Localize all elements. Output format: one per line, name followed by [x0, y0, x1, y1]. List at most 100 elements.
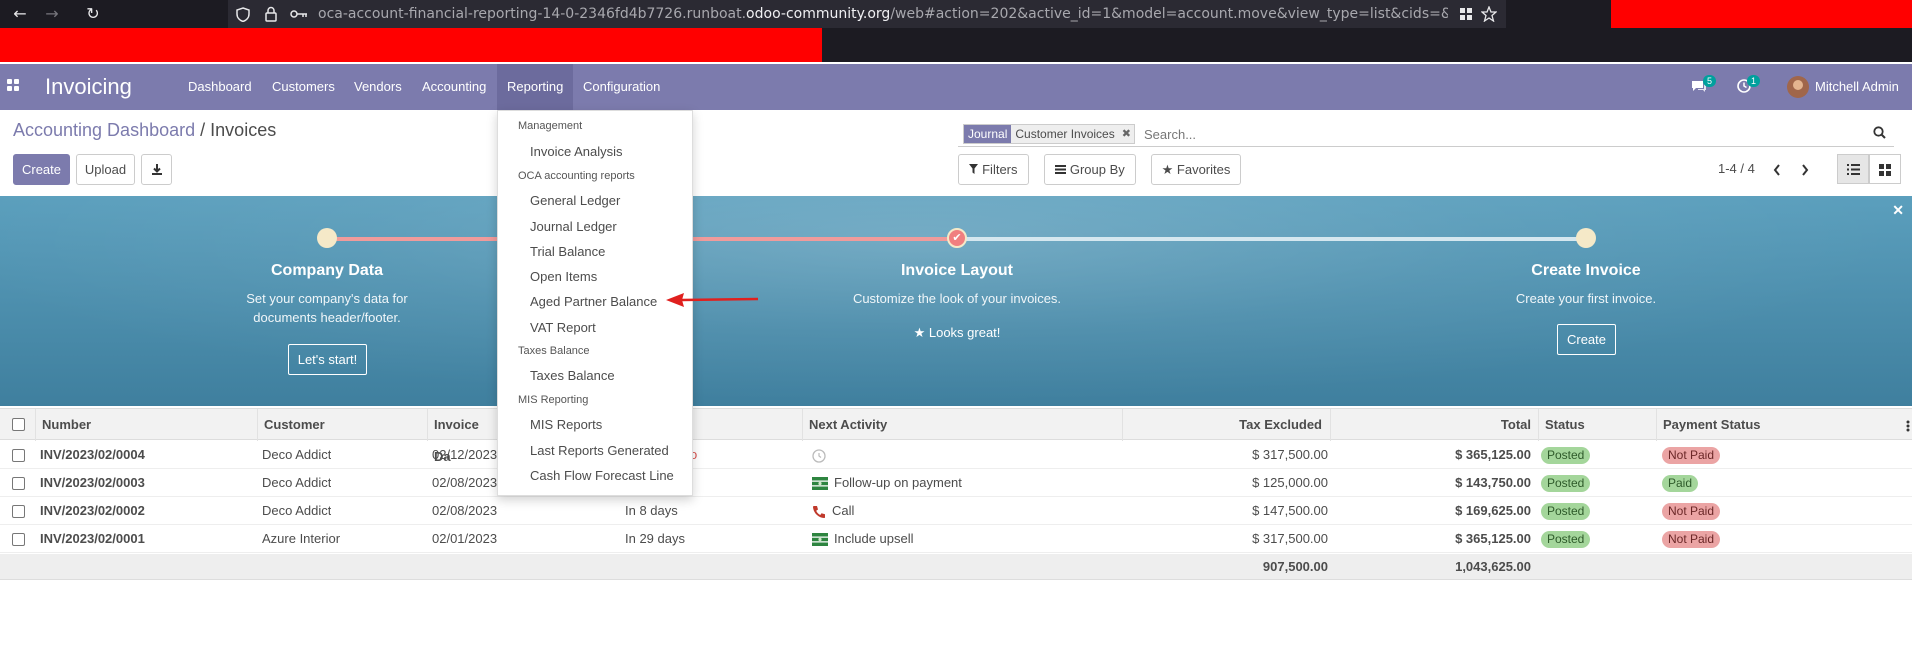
- facet-remove-icon[interactable]: ✖: [1118, 125, 1134, 143]
- menu-vendors[interactable]: Vendors: [344, 64, 412, 110]
- menu-item-cash-flow-forecast-line[interactable]: Cash Flow Forecast Line: [530, 468, 674, 483]
- step-desc-layout: Customize the look of your invoices.: [852, 291, 1062, 306]
- money-icon[interactable]: [812, 477, 828, 491]
- forward-icon[interactable]: →: [41, 4, 63, 24]
- optional-columns-icon[interactable]: [1906, 420, 1910, 432]
- activity-cell[interactable]: [812, 441, 832, 469]
- menu-item-aged-partner-balance[interactable]: Aged Partner Balance: [530, 294, 657, 309]
- menu-reporting[interactable]: Reporting: [497, 64, 574, 110]
- lets-start-button[interactable]: Let's start!: [288, 344, 367, 375]
- close-icon[interactable]: ✕: [1892, 202, 1904, 219]
- menu-item-trial-balance[interactable]: Trial Balance: [530, 244, 605, 259]
- search-bar: Journal Customer Invoices ✖: [958, 121, 1894, 147]
- filter-icon: [969, 164, 979, 174]
- column-customer[interactable]: Customer: [257, 409, 427, 441]
- create-invoice-button[interactable]: Create: [1557, 324, 1616, 355]
- menu-item-taxes-balance[interactable]: Taxes Balance: [530, 368, 615, 383]
- step-dot-layout-done: ✔: [947, 228, 967, 248]
- customer-name: Deco Addict: [262, 447, 332, 462]
- filters-button[interactable]: Filters: [958, 154, 1029, 185]
- row-checkbox[interactable]: [12, 477, 25, 490]
- due-date: In 8 days: [625, 503, 678, 518]
- row-checkbox[interactable]: [12, 505, 25, 518]
- breadcrumb: Accounting Dashboard / Invoices: [13, 120, 276, 141]
- column-status[interactable]: Status: [1538, 409, 1660, 441]
- favorites-label: Favorites: [1176, 162, 1231, 177]
- star-icon: ★: [1161, 162, 1174, 177]
- menu-item-mis-reports[interactable]: MIS Reports: [530, 417, 602, 432]
- apps-menu-icon[interactable]: [7, 79, 21, 93]
- user-avatar[interactable]: [1787, 76, 1809, 98]
- menu-item-general-ledger[interactable]: General Ledger: [530, 193, 620, 208]
- bookmark-star-icon[interactable]: [1481, 6, 1497, 22]
- search-facet[interactable]: Journal Customer Invoices ✖: [963, 124, 1135, 144]
- step-title-layout: Invoice Layout: [900, 262, 1014, 279]
- column-invoice-date[interactable]: Invoice Da: [427, 409, 497, 464]
- redaction-bar: [1611, 0, 1912, 30]
- extensions-icon[interactable]: [1459, 7, 1473, 21]
- select-all-checkbox[interactable]: [12, 418, 25, 431]
- invoice-number: INV/2023/02/0001: [40, 531, 145, 546]
- breadcrumb-parent[interactable]: Accounting Dashboard: [13, 120, 195, 140]
- step-desc-invoice: Create your first invoice.: [1515, 291, 1657, 306]
- app-brand[interactable]: Invoicing: [45, 64, 132, 110]
- column-number[interactable]: Number: [35, 409, 262, 441]
- phone-icon[interactable]: [812, 505, 826, 519]
- search-icon[interactable]: [1873, 126, 1886, 139]
- row-checkbox[interactable]: [12, 533, 25, 546]
- step-title-invoice: Create Invoice: [1531, 262, 1641, 279]
- breadcrumb-current: Invoices: [210, 120, 277, 140]
- table-row[interactable]: INV/2023/02/0004 Deco Addict 02/12/2023 …: [0, 441, 1912, 469]
- list-view-button[interactable]: [1837, 154, 1869, 184]
- menu-item-journal-ledger[interactable]: Journal Ledger: [530, 219, 617, 234]
- menu-dashboard[interactable]: Dashboard: [178, 64, 262, 110]
- step-dot-invoice: [1576, 228, 1596, 248]
- invoice-number: INV/2023/02/0004: [40, 447, 145, 462]
- table-row[interactable]: INV/2023/02/0003 Deco Addict 02/08/2023 …: [0, 469, 1912, 497]
- user-menu[interactable]: Mitchell Admin: [1815, 64, 1899, 110]
- row-checkbox[interactable]: [12, 449, 25, 462]
- pager-next-icon[interactable]: [1801, 164, 1809, 176]
- tax-excluded: $ 125,000.00: [1252, 475, 1328, 490]
- create-button[interactable]: Create: [13, 154, 70, 185]
- menu-item-invoice-analysis[interactable]: Invoice Analysis: [530, 144, 623, 159]
- favorites-button[interactable]: ★ Favorites: [1151, 154, 1241, 185]
- progress-line-todo: [957, 237, 1586, 241]
- clock-icon[interactable]: [812, 448, 826, 463]
- browser-toolbar-strip: [822, 28, 1912, 62]
- column-next-activity[interactable]: Next Activity: [802, 409, 1122, 441]
- menu-configuration[interactable]: Configuration: [573, 64, 670, 110]
- column-tax-excluded[interactable]: Tax Excluded: [1122, 409, 1330, 441]
- menu-customers[interactable]: Customers: [262, 64, 345, 110]
- export-button[interactable]: [141, 154, 172, 185]
- money-icon[interactable]: [812, 533, 828, 547]
- kanban-view-button[interactable]: [1869, 154, 1901, 184]
- group-by-button[interactable]: Group By: [1044, 154, 1136, 185]
- activity-cell[interactable]: Follow-up on payment: [812, 469, 962, 497]
- back-icon[interactable]: ←: [9, 4, 31, 24]
- menu-item-open-items[interactable]: Open Items: [530, 269, 597, 284]
- total: $ 365,125.00: [1455, 447, 1531, 462]
- activities-count-badge: 1: [1747, 75, 1761, 87]
- invoice-number: INV/2023/02/0002: [40, 503, 145, 518]
- pager-value[interactable]: 1-4 / 4: [1718, 161, 1755, 176]
- footer-tax-excluded: 907,500.00: [1262, 559, 1328, 574]
- menu-item-last-reports-generated[interactable]: Last Reports Generated: [530, 443, 669, 458]
- menu-item-vat-report[interactable]: VAT Report: [530, 320, 596, 335]
- search-input[interactable]: [1144, 124, 1844, 144]
- payment-status-badge: Not Paid: [1662, 497, 1721, 525]
- pager-previous-icon[interactable]: [1773, 164, 1781, 176]
- activity-cell[interactable]: Include upsell: [812, 525, 914, 553]
- column-total[interactable]: Total: [1330, 409, 1539, 441]
- list-view-icon: [1847, 164, 1860, 175]
- shield-icon: [236, 7, 250, 22]
- column-payment-status[interactable]: Payment Status: [1656, 409, 1896, 441]
- table-row[interactable]: INV/2023/02/0002 Deco Addict 02/08/2023 …: [0, 497, 1912, 525]
- key-icon: [290, 10, 307, 18]
- table-row[interactable]: INV/2023/02/0001 Azure Interior 02/01/20…: [0, 525, 1912, 553]
- menu-accounting[interactable]: Accounting: [412, 64, 496, 110]
- activity-cell[interactable]: Call: [812, 497, 854, 525]
- upload-button[interactable]: Upload: [76, 154, 135, 185]
- invoice-date: 02/08/2023: [432, 503, 498, 518]
- reload-icon[interactable]: ↻: [82, 4, 104, 24]
